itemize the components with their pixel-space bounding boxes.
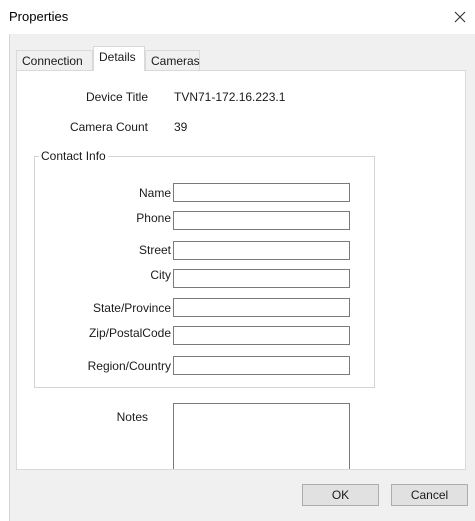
notes-label: Notes xyxy=(116,410,148,424)
contact-info-legend: Contact Info xyxy=(39,149,108,163)
zip-postalcode-label: Zip/PostalCode xyxy=(88,326,171,340)
tab-label: Cameras xyxy=(151,54,200,68)
name-field[interactable] xyxy=(173,183,350,202)
notes-field[interactable] xyxy=(173,403,350,469)
contact-info-group: Contact Info Name Phone Street City Stat… xyxy=(34,149,375,388)
street-field[interactable] xyxy=(173,241,350,260)
street-label: Street xyxy=(138,243,171,257)
tab-connection[interactable]: Connection xyxy=(16,50,93,70)
region-country-field[interactable] xyxy=(173,356,350,375)
city-label: City xyxy=(150,268,171,282)
close-icon xyxy=(454,11,466,23)
tab-cameras[interactable]: Cameras xyxy=(145,50,200,70)
camera-count-label: Camera Count xyxy=(69,120,148,134)
cancel-button[interactable]: Cancel xyxy=(391,484,468,506)
region-country-label: Region/Country xyxy=(87,359,171,373)
ok-button[interactable]: OK xyxy=(302,484,379,506)
close-button[interactable] xyxy=(445,0,475,34)
city-field[interactable] xyxy=(173,269,350,288)
camera-count-value: 39 xyxy=(174,120,188,134)
device-title-value: TVN71-172.16.223.1 xyxy=(174,90,286,104)
state-province-label: State/Province xyxy=(92,301,171,315)
tab-label: Connection xyxy=(22,54,83,68)
properties-dialog: Properties Connection Details Cameras De… xyxy=(0,0,475,521)
phone-field[interactable] xyxy=(173,211,350,230)
title-bar: Properties xyxy=(0,0,475,34)
state-province-field[interactable] xyxy=(173,298,350,317)
window-title: Properties xyxy=(9,9,69,24)
name-label: Name xyxy=(138,186,171,200)
zip-postalcode-field[interactable] xyxy=(173,326,350,345)
tab-label: Details xyxy=(99,50,136,64)
device-title-label: Device Title xyxy=(85,90,148,104)
tab-details[interactable]: Details xyxy=(93,46,145,71)
details-tab-panel: Device Title TVN71-172.16.223.1 Camera C… xyxy=(16,70,466,470)
phone-label: Phone xyxy=(136,211,171,225)
